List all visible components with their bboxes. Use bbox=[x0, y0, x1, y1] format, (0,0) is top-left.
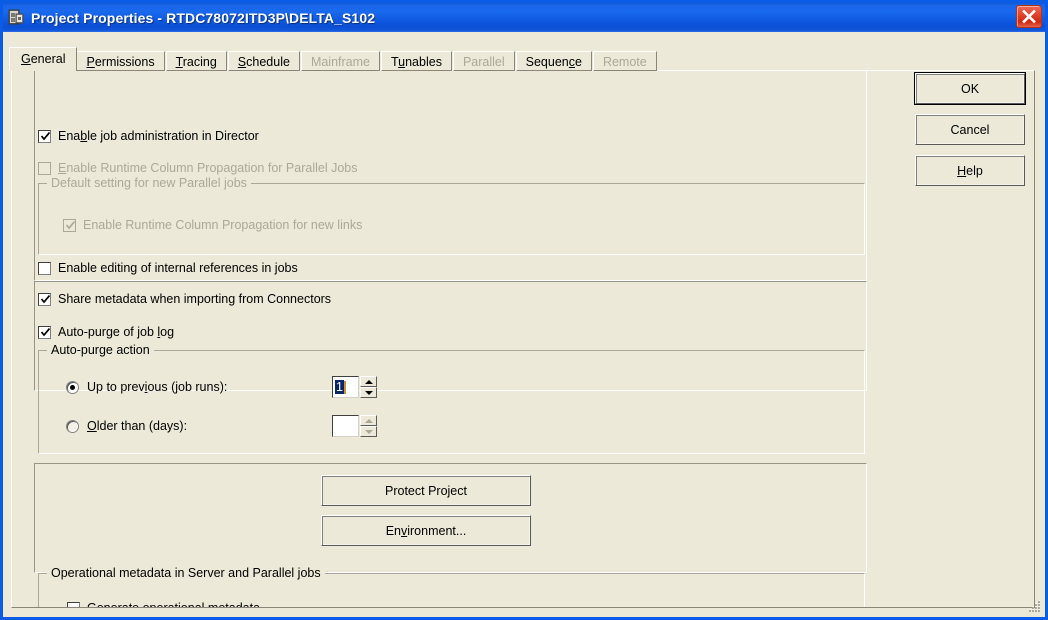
enable-internal-references-checkbox[interactable] bbox=[38, 261, 51, 275]
spin-up-icon bbox=[360, 415, 377, 426]
auto-purge-job-log-label: Auto-purge of job log bbox=[58, 325, 175, 339]
up-to-previous-row[interactable]: Up to previous (job runs): bbox=[66, 380, 227, 394]
enable-rcp-new-links-checkbox bbox=[63, 218, 76, 232]
tab-strip: General Permissions Tracing Schedule Mai… bbox=[9, 47, 658, 71]
general-tab-panel: Enable job administration in Director En… bbox=[11, 70, 1035, 608]
tab-remote: Remote bbox=[592, 51, 657, 71]
tab-general[interactable]: General bbox=[9, 47, 78, 71]
spin-up-icon[interactable] bbox=[360, 376, 377, 387]
resize-grip[interactable] bbox=[1027, 599, 1041, 613]
spin-down-icon bbox=[360, 426, 377, 437]
enable-job-administration-row[interactable]: Enable job administration in Director bbox=[38, 129, 259, 143]
title-bar[interactable]: Project Properties - RTDC78072ITD3P\DELT… bbox=[3, 3, 1045, 32]
up-to-previous-value: 1 bbox=[335, 380, 344, 394]
up-to-previous-label: Up to previous (job runs): bbox=[87, 380, 228, 394]
enable-internal-references-label: Enable editing of internal references in… bbox=[58, 261, 298, 275]
tab-tracing[interactable]: Tracing bbox=[165, 51, 227, 71]
cancel-button-label: Cancel bbox=[950, 122, 990, 137]
generate-operational-metadata-checkbox[interactable] bbox=[67, 601, 80, 607]
older-than-label: Older than (days): bbox=[87, 419, 188, 433]
enable-rcp-parallel-jobs-checkbox bbox=[38, 161, 51, 175]
enable-rcp-new-links-label: Enable Runtime Column Propagation for ne… bbox=[83, 218, 363, 232]
up-to-previous-input[interactable]: 1 bbox=[332, 376, 359, 398]
share-metadata-checkbox[interactable] bbox=[38, 292, 51, 306]
environment-button-label: Environment... bbox=[385, 523, 467, 538]
auto-purge-job-log-checkbox[interactable] bbox=[38, 325, 51, 339]
enable-internal-references-row[interactable]: Enable editing of internal references in… bbox=[38, 261, 298, 275]
auto-purge-action-group: Auto-purge action Up to previous (job ru… bbox=[38, 343, 865, 454]
share-metadata-label: Share metadata when importing from Conne… bbox=[58, 292, 332, 306]
auto-purge-action-group-title: Auto-purge action bbox=[47, 343, 154, 357]
protect-project-button-label: Protect Project bbox=[385, 483, 467, 498]
window-title: Project Properties - RTDC78072ITD3P\DELT… bbox=[31, 9, 376, 26]
tab-parallel: Parallel bbox=[452, 51, 515, 71]
generate-operational-metadata-row[interactable]: Generate operational metadata bbox=[67, 601, 261, 608]
older-than-radio[interactable] bbox=[66, 419, 79, 433]
enable-job-administration-checkbox[interactable] bbox=[38, 129, 51, 143]
auto-purge-job-log-row[interactable]: Auto-purge of job log bbox=[38, 325, 174, 339]
project-properties-window: Project Properties - RTDC78072ITD3P\DELT… bbox=[0, 0, 1048, 620]
up-to-previous-radio[interactable] bbox=[66, 380, 79, 394]
generate-operational-metadata-label: Generate operational metadata bbox=[87, 601, 261, 608]
operational-metadata-group: Operational metadata in Server and Paral… bbox=[38, 566, 865, 608]
tab-schedule[interactable]: Schedule bbox=[227, 51, 300, 71]
tab-mainframe: Mainframe bbox=[300, 51, 380, 71]
ok-button-label: OK bbox=[960, 81, 980, 96]
share-metadata-row[interactable]: Share metadata when importing from Conne… bbox=[38, 292, 331, 306]
enable-rcp-parallel-jobs-row: Enable Runtime Column Propagation for Pa… bbox=[38, 161, 357, 175]
enable-job-administration-label: Enable job administration in Director bbox=[58, 129, 259, 143]
help-button-label: Help bbox=[957, 163, 983, 178]
default-parallel-jobs-group-title: Default setting for new Parallel jobs bbox=[47, 176, 251, 190]
older-than-row[interactable]: Older than (days): bbox=[66, 419, 187, 433]
default-parallel-jobs-group: Default setting for new Parallel jobs En… bbox=[38, 176, 865, 255]
help-button[interactable]: Help bbox=[915, 155, 1025, 186]
ok-button[interactable]: OK bbox=[914, 72, 1026, 105]
properties-window-icon bbox=[8, 9, 25, 26]
tab-permissions[interactable]: Permissions bbox=[76, 51, 165, 71]
enable-rcp-new-links-row: Enable Runtime Column Propagation for ne… bbox=[63, 218, 362, 232]
tab-tunables[interactable]: Tunables bbox=[380, 51, 452, 71]
environment-button[interactable]: Environment... bbox=[321, 515, 531, 546]
operational-metadata-group-title: Operational metadata in Server and Paral… bbox=[47, 566, 325, 580]
enable-rcp-parallel-jobs-label: Enable Runtime Column Propagation for Pa… bbox=[58, 161, 358, 175]
cancel-button[interactable]: Cancel bbox=[915, 114, 1025, 145]
up-to-previous-spin-buttons[interactable] bbox=[360, 376, 377, 398]
close-icon[interactable] bbox=[1016, 5, 1042, 28]
protect-project-button[interactable]: Protect Project bbox=[321, 475, 531, 506]
dialog-client-area: General Permissions Tracing Schedule Mai… bbox=[3, 32, 1045, 617]
up-to-previous-spinner[interactable]: 1 bbox=[332, 376, 377, 398]
older-than-input[interactable] bbox=[332, 415, 359, 437]
older-than-spinner[interactable] bbox=[332, 415, 377, 437]
tab-sequence[interactable]: Sequence bbox=[515, 51, 592, 71]
older-than-spin-buttons bbox=[360, 415, 377, 437]
spin-down-icon[interactable] bbox=[360, 387, 377, 398]
